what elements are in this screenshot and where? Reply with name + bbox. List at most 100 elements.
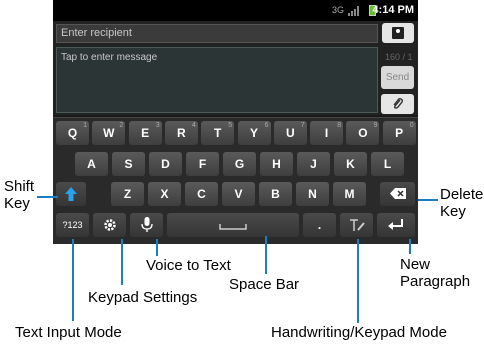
handwriting-mode-label: Handwriting/Keypad Mode <box>271 324 447 341</box>
keyboard: Q1W2E3R4T5Y6U7I8O9P0 ASDFGHJKL ZXCVBNM ?… <box>53 117 418 244</box>
key-number-hint: 3 <box>155 122 160 129</box>
backspace-icon <box>389 188 406 199</box>
keypad-settings-label: Keypad Settings <box>88 289 198 306</box>
keypad-settings-callout-line <box>121 239 123 285</box>
key-number-hint: 4 <box>191 122 196 129</box>
key-o[interactable]: O9 <box>346 121 380 145</box>
key-l[interactable]: L <box>371 152 404 176</box>
key-p[interactable]: P0 <box>382 121 416 145</box>
period-key[interactable]: . <box>303 213 336 237</box>
contact-icon <box>392 27 404 39</box>
space-icon <box>219 224 247 230</box>
key-w[interactable]: W2 <box>92 121 126 145</box>
delete-key-label: Delete Key <box>440 186 484 220</box>
key-q[interactable]: Q1 <box>56 121 89 145</box>
send-button[interactable]: Send <box>381 66 414 89</box>
key-y[interactable]: Y6 <box>237 121 271 145</box>
key-label: F <box>198 157 207 171</box>
signal-icon <box>348 6 359 16</box>
key-label: V <box>234 187 243 201</box>
key-label: E <box>141 126 150 140</box>
key-j[interactable]: J <box>297 152 330 176</box>
key-number-hint: 8 <box>337 122 342 129</box>
key-label: R <box>177 126 186 140</box>
shift-arrow-icon <box>65 187 77 201</box>
key-e[interactable]: E3 <box>128 121 162 145</box>
key-number-hint: 5 <box>228 122 233 129</box>
handwriting-callout-line <box>357 239 359 323</box>
text-input-mode-label: Text Input Mode <box>15 324 122 341</box>
key-r[interactable]: R4 <box>164 121 198 145</box>
space-bar[interactable] <box>167 213 299 237</box>
space-bar-callout-line <box>265 236 267 274</box>
key-c[interactable]: C <box>185 182 218 206</box>
voice-to-text-key[interactable] <box>130 213 163 237</box>
key-number-hint: 6 <box>264 122 269 129</box>
key-k[interactable]: K <box>334 152 367 176</box>
key-x[interactable]: X <box>148 182 181 206</box>
voice-to-text-label: Voice to Text <box>146 257 231 274</box>
network-indicator: 3G <box>331 5 344 15</box>
key-number-hint: 0 <box>409 122 414 129</box>
character-counter: 160 / 1 <box>385 52 413 62</box>
key-label: N <box>308 187 317 201</box>
key-z[interactable]: Z <box>111 182 144 206</box>
key-g[interactable]: G <box>223 152 256 176</box>
key-label: W <box>103 126 115 140</box>
attach-button[interactable] <box>381 94 414 114</box>
key-label: H <box>272 157 281 171</box>
key-i[interactable]: I8 <box>310 121 344 145</box>
shift-key-label: Shift Key <box>4 178 35 212</box>
key-t[interactable]: T5 <box>201 121 235 145</box>
key-number-hint: 7 <box>300 122 305 129</box>
key-number-hint: 2 <box>119 122 124 129</box>
key-a[interactable]: A <box>75 152 108 176</box>
space-bar-label: Space Bar <box>229 276 300 293</box>
key-label: G <box>234 157 245 171</box>
new-paragraph-key[interactable] <box>377 213 415 237</box>
text-input-mode-key[interactable]: ?123 <box>56 213 89 237</box>
key-label: P <box>395 126 404 140</box>
key-f[interactable]: F <box>186 152 219 176</box>
key-u[interactable]: U7 <box>273 121 307 145</box>
compose-area: Enter recipient Tap to enter message 160… <box>53 21 418 115</box>
delete-key[interactable] <box>380 182 415 206</box>
message-input[interactable]: Tap to enter message <box>56 47 378 113</box>
enter-icon <box>388 219 403 230</box>
key-label: D <box>161 157 170 171</box>
key-h[interactable]: H <box>260 152 293 176</box>
key-label: X <box>160 187 169 201</box>
key-number-hint: 9 <box>373 122 378 129</box>
key-label: L <box>383 157 392 171</box>
gear-icon <box>103 219 116 231</box>
phone-screen: 3G 4:14 PM Enter recipient Tap to enter … <box>53 0 418 244</box>
voice-to-text-callout-line <box>156 239 158 256</box>
shift-key[interactable] <box>56 182 86 206</box>
delete-callout-line <box>418 199 438 201</box>
shift-callout-line <box>37 196 58 198</box>
microphone-icon <box>140 217 153 232</box>
handwriting-icon <box>349 219 365 231</box>
key-label: Y <box>249 126 258 140</box>
status-time: 4:14 PM <box>372 4 414 16</box>
key-n[interactable]: N <box>296 182 329 206</box>
key-b[interactable]: B <box>259 182 292 206</box>
handwriting-mode-key[interactable] <box>340 213 373 237</box>
key-label: A <box>87 157 96 171</box>
keypad-settings-key[interactable] <box>93 213 126 237</box>
key-label: U <box>285 126 295 140</box>
recipient-input[interactable]: Enter recipient <box>56 24 378 43</box>
key-label: Q <box>67 126 78 140</box>
key-label: T <box>214 126 222 140</box>
key-label: Z <box>123 187 132 201</box>
contacts-button[interactable] <box>382 23 414 43</box>
key-v[interactable]: V <box>222 182 255 206</box>
new-paragraph-callout-line <box>409 239 411 254</box>
key-label: I <box>324 126 329 140</box>
key-d[interactable]: D <box>149 152 182 176</box>
key-number-hint: 1 <box>83 122 87 129</box>
key-m[interactable]: M <box>333 182 366 206</box>
new-paragraph-label: New Paragraph <box>400 256 471 290</box>
key-s[interactable]: S <box>112 152 145 176</box>
key-label: B <box>271 187 280 201</box>
